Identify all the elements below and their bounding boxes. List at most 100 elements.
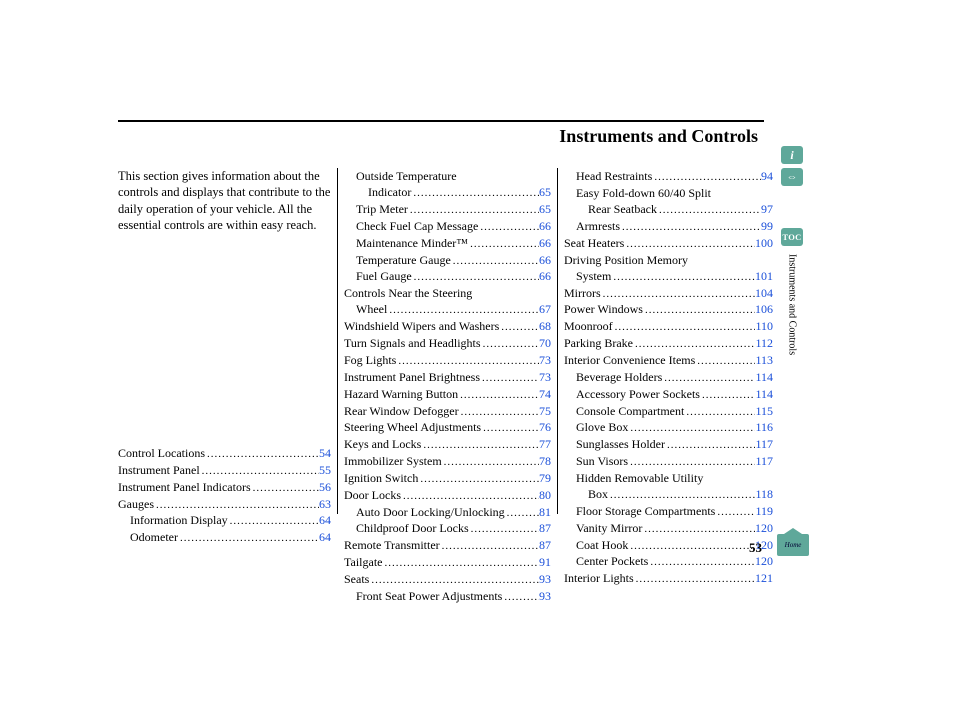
toc-page-link[interactable]: 64 xyxy=(319,512,331,528)
toc-row[interactable]: Instrument Panel55 xyxy=(118,462,331,479)
toc-page-link[interactable]: 66 xyxy=(539,268,551,284)
toc-row[interactable]: Accessory Power Sockets114 xyxy=(564,386,773,403)
toc-page-link[interactable]: 78 xyxy=(539,453,551,469)
toc-page-link[interactable]: 119 xyxy=(755,503,773,519)
toc-page-link[interactable]: 80 xyxy=(539,487,551,503)
toc-row[interactable]: Childproof Door Locks87 xyxy=(344,520,551,537)
toc-page-link[interactable]: 65 xyxy=(539,184,551,200)
toc-row[interactable]: Auto Door Locking/Unlocking81 xyxy=(344,504,551,521)
toc-row[interactable]: Sunglasses Holder117 xyxy=(564,436,773,453)
toc-page-link[interactable]: 68 xyxy=(539,318,551,334)
toc-page-link[interactable]: 117 xyxy=(755,453,773,469)
toc-page-link[interactable]: 66 xyxy=(539,218,551,234)
toc-page-link[interactable]: 91 xyxy=(539,554,551,570)
toc-row[interactable]: Check Fuel Cap Message66 xyxy=(344,218,551,235)
toc-page-link[interactable]: 101 xyxy=(755,268,773,284)
toc-row[interactable]: Turn Signals and Headlights70 xyxy=(344,335,551,352)
toc-page-link[interactable]: 79 xyxy=(539,470,551,486)
toc-row[interactable]: Gauges63 xyxy=(118,496,331,513)
toc-row[interactable]: Vanity Mirror120 xyxy=(564,520,773,537)
tab-home[interactable]: Home xyxy=(777,534,809,556)
toc-row[interactable]: Maintenance Minder™66 xyxy=(344,235,551,252)
tab-info[interactable]: i xyxy=(781,146,803,164)
toc-page-link[interactable]: 64 xyxy=(319,529,331,545)
toc-row[interactable]: Rear Window Defogger75 xyxy=(344,403,551,420)
toc-row[interactable]: Keys and Locks77 xyxy=(344,436,551,453)
toc-page-link[interactable]: 56 xyxy=(319,479,331,495)
toc-row[interactable]: Fog Lights73 xyxy=(344,352,551,369)
toc-page-link[interactable]: 63 xyxy=(319,496,331,512)
toc-row[interactable]: Power Windows106 xyxy=(564,301,773,318)
toc-row[interactable]: Trip Meter65 xyxy=(344,201,551,218)
toc-page-link[interactable]: 77 xyxy=(539,436,551,452)
toc-row[interactable]: Ignition Switch79 xyxy=(344,470,551,487)
toc-page-link[interactable]: 118 xyxy=(755,486,773,502)
toc-row[interactable]: Coat Hook120 xyxy=(564,537,773,554)
toc-page-link[interactable]: 73 xyxy=(539,352,551,368)
toc-row[interactable]: Box118 xyxy=(564,486,773,503)
toc-page-link[interactable]: 93 xyxy=(539,571,551,587)
toc-page-link[interactable]: 66 xyxy=(539,252,551,268)
toc-row[interactable]: Floor Storage Compartments119 xyxy=(564,503,773,520)
toc-page-link[interactable]: 73 xyxy=(539,369,551,385)
toc-row[interactable]: Glove Box116 xyxy=(564,419,773,436)
toc-row[interactable]: Hazard Warning Button74 xyxy=(344,386,551,403)
toc-row[interactable]: Interior Convenience Items113 xyxy=(564,352,773,369)
toc-page-link[interactable]: 117 xyxy=(755,436,773,452)
toc-page-link[interactable]: 120 xyxy=(755,520,773,536)
toc-page-link[interactable]: 87 xyxy=(539,520,551,536)
toc-row[interactable]: Remote Transmitter87 xyxy=(344,537,551,554)
toc-page-link[interactable]: 115 xyxy=(755,403,773,419)
toc-page-link[interactable]: 70 xyxy=(539,335,551,351)
toc-page-link[interactable]: 106 xyxy=(755,301,773,317)
toc-row[interactable]: Sun Visors117 xyxy=(564,453,773,470)
toc-row[interactable]: System101 xyxy=(564,268,773,285)
toc-row[interactable]: Wheel67 xyxy=(344,301,551,318)
toc-page-link[interactable]: 75 xyxy=(539,403,551,419)
toc-row[interactable]: Steering Wheel Adjustments76 xyxy=(344,419,551,436)
toc-page-link[interactable]: 113 xyxy=(755,352,773,368)
toc-row[interactable]: Windshield Wipers and Washers68 xyxy=(344,318,551,335)
toc-row[interactable]: Center Pockets120 xyxy=(564,553,773,570)
toc-row[interactable]: Mirrors104 xyxy=(564,285,773,302)
toc-page-link[interactable]: 112 xyxy=(755,335,773,351)
toc-page-link[interactable]: 87 xyxy=(539,537,551,553)
toc-page-link[interactable]: 114 xyxy=(755,386,773,402)
toc-row[interactable]: Head Restraints94 xyxy=(564,168,773,185)
toc-page-link[interactable]: 116 xyxy=(755,419,773,435)
toc-row[interactable]: Odometer64 xyxy=(118,529,331,546)
toc-page-link[interactable]: 66 xyxy=(539,235,551,251)
toc-row[interactable]: Temperature Gauge66 xyxy=(344,252,551,269)
toc-row[interactable]: Immobilizer System78 xyxy=(344,453,551,470)
toc-row[interactable]: Information Display64 xyxy=(118,512,331,529)
toc-page-link[interactable]: 65 xyxy=(539,201,551,217)
toc-row[interactable]: Instrument Panel Brightness73 xyxy=(344,369,551,386)
toc-row[interactable]: Parking Brake112 xyxy=(564,335,773,352)
toc-page-link[interactable]: 81 xyxy=(539,504,551,520)
toc-page-link[interactable]: 76 xyxy=(539,419,551,435)
toc-page-link[interactable]: 121 xyxy=(755,570,773,586)
tab-toc[interactable]: TOC xyxy=(781,228,803,246)
toc-page-link[interactable]: 114 xyxy=(755,369,773,385)
toc-row[interactable]: Interior Lights121 xyxy=(564,570,773,587)
toc-page-link[interactable]: 94 xyxy=(761,168,773,184)
toc-row[interactable]: Seat Heaters100 xyxy=(564,235,773,252)
toc-row[interactable]: Door Locks80 xyxy=(344,487,551,504)
toc-row[interactable]: Armrests99 xyxy=(564,218,773,235)
toc-page-link[interactable]: 74 xyxy=(539,386,551,402)
toc-row[interactable]: Moonroof110 xyxy=(564,318,773,335)
toc-row[interactable]: Front Seat Power Adjustments93 xyxy=(344,588,551,605)
tab-overview[interactable]: ⇔ xyxy=(781,168,803,186)
toc-row[interactable]: Fuel Gauge66 xyxy=(344,268,551,285)
toc-row[interactable]: Indicator65 xyxy=(344,184,551,201)
toc-page-link[interactable]: 55 xyxy=(319,462,331,478)
toc-row[interactable]: Rear Seatback97 xyxy=(564,201,773,218)
toc-row[interactable]: Control Locations54 xyxy=(118,445,331,462)
toc-row[interactable]: Seats93 xyxy=(344,571,551,588)
toc-row[interactable]: Console Compartment115 xyxy=(564,403,773,420)
toc-page-link[interactable]: 67 xyxy=(539,301,551,317)
toc-row[interactable]: Beverage Holders114 xyxy=(564,369,773,386)
toc-page-link[interactable]: 110 xyxy=(755,318,773,334)
toc-page-link[interactable]: 100 xyxy=(755,235,773,251)
toc-page-link[interactable]: 104 xyxy=(755,285,773,301)
